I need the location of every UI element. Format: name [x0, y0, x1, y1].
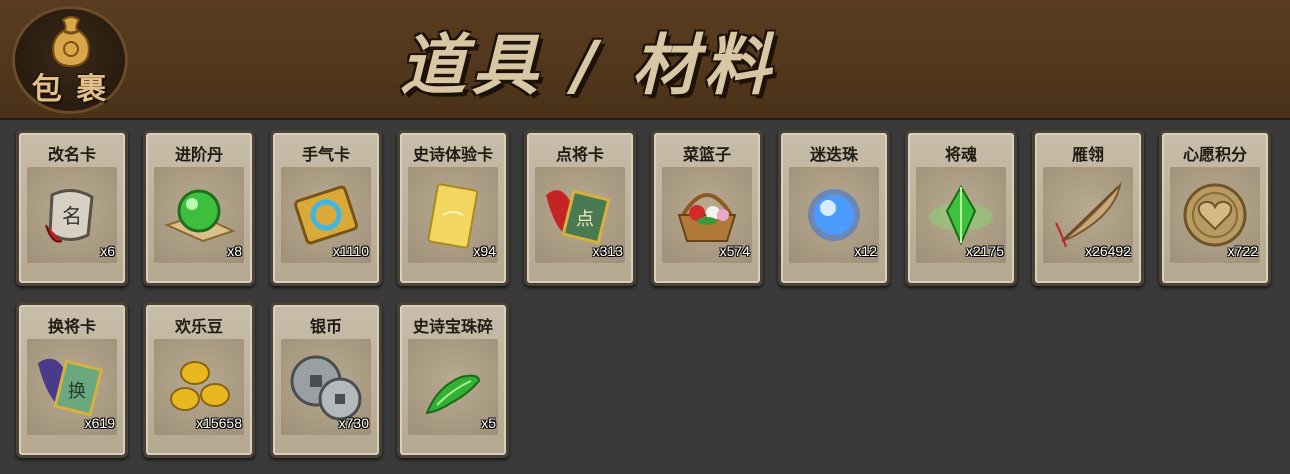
- svg-text:点: 点: [576, 209, 594, 230]
- item-name: 改名卡: [47, 145, 96, 164]
- item-quantity: x722: [1227, 243, 1258, 259]
- item-slot-blue-orb[interactable]: 迷迭珠 x12: [778, 130, 890, 286]
- item-name: 将魂: [944, 145, 977, 164]
- svg-text:名: 名: [62, 204, 82, 228]
- item-slot-epic-trial-card[interactable]: 史诗体验卡 x94: [397, 130, 509, 286]
- item-slot-luck-card[interactable]: 手气卡 x1110: [270, 130, 382, 286]
- item-name: 点将卡: [555, 145, 604, 164]
- bag-label: 包 裹: [31, 72, 109, 107]
- item-quantity: x2175: [965, 243, 1004, 259]
- item-slot-feather[interactable]: 雁翎 x26492: [1032, 130, 1144, 286]
- page-title: 道具 / 材料: [400, 27, 777, 104]
- item-quantity: x12: [854, 243, 877, 259]
- item-quantity: x94: [473, 243, 496, 259]
- item-name: 史诗体验卡: [412, 145, 493, 164]
- item-slot-advance-pill[interactable]: 进阶丹 x8: [143, 130, 255, 286]
- item-quantity: x619: [84, 415, 115, 431]
- item-quantity: x6: [100, 243, 115, 259]
- item-slot-silver-coins[interactable]: 银币 x730: [270, 302, 382, 458]
- item-slot-green-shard[interactable]: 史诗宝珠碎 x5: [397, 302, 509, 458]
- item-name: 迷迭珠: [809, 145, 858, 164]
- item-name: 雁翎: [1071, 145, 1104, 164]
- item-quantity: x574: [719, 243, 750, 259]
- svg-text:换: 换: [68, 381, 86, 402]
- item-slot-swap-general-card[interactable]: 换将卡 换 x619: [16, 302, 128, 458]
- item-quantity: x8: [227, 243, 242, 259]
- item-quantity: x313: [592, 243, 623, 259]
- money-sack-icon: [52, 16, 90, 68]
- item-name: 菜篮子: [682, 145, 731, 164]
- item-quantity: x730: [338, 415, 369, 431]
- item-quantity: x26492: [1085, 243, 1131, 259]
- item-name: 手气卡: [301, 145, 350, 164]
- inventory-header: 包 裹 道具 / 材料: [0, 0, 1290, 120]
- item-name: 心愿积分: [1182, 145, 1247, 164]
- item-slot-heart-coin[interactable]: 心愿积分 x722: [1159, 130, 1271, 286]
- item-quantity: x1110: [332, 243, 369, 259]
- item-slot-gold-beans[interactable]: 欢乐豆 x15658: [143, 302, 255, 458]
- item-quantity: x15658: [196, 415, 242, 431]
- item-quantity: x5: [481, 415, 496, 431]
- item-name: 换将卡: [47, 317, 96, 336]
- item-slot-green-crystal[interactable]: 将魂 x2175: [905, 130, 1017, 286]
- item-name: 进阶丹: [174, 145, 223, 164]
- item-name: 银币: [309, 317, 342, 336]
- item-slot-general-pick-card[interactable]: 点将卡 点 x313: [524, 130, 636, 286]
- bag-emblem[interactable]: 包 裹: [12, 6, 128, 114]
- item-slot-flower-basket[interactable]: 菜篮子 x574: [651, 130, 763, 286]
- item-name: 史诗宝珠碎: [412, 317, 493, 336]
- item-name: 欢乐豆: [174, 317, 223, 336]
- item-slot-rename-card[interactable]: 改名卡 名 x6: [16, 130, 128, 286]
